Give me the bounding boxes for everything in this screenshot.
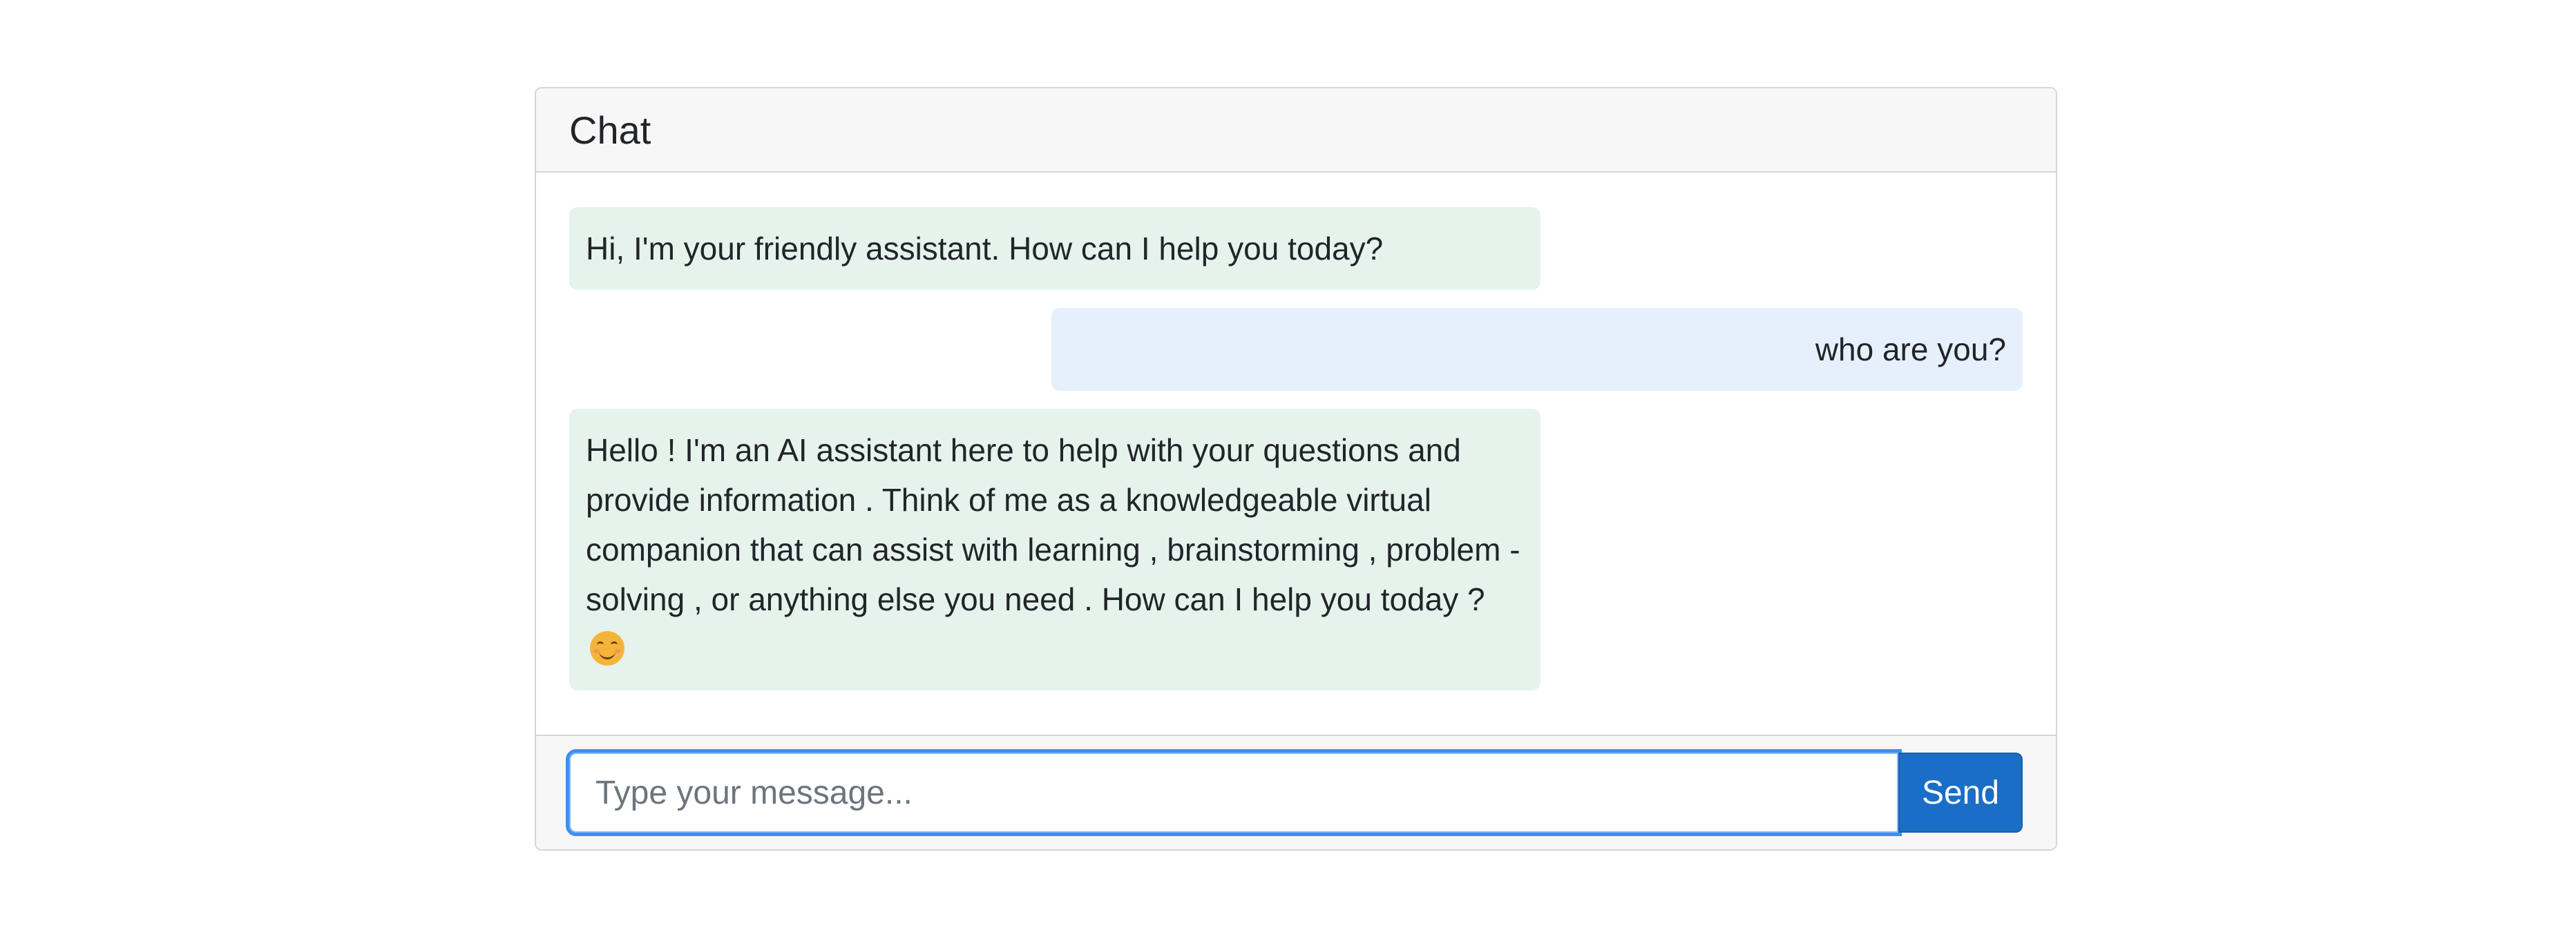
send-button[interactable]: Send	[1898, 753, 2023, 833]
chat-input-bar: Send	[536, 735, 2056, 849]
assistant-message-text: Hello ! I'm an AI assistant here to help…	[586, 432, 1520, 617]
assistant-message-text: Hi, I'm your friendly assistant. How can…	[586, 231, 1384, 267]
smiling-face-icon	[590, 631, 624, 666]
user-message-text: who are you?	[1815, 331, 2006, 367]
message-input[interactable]	[566, 749, 1902, 836]
chat-messages: Hi, I'm your friendly assistant. How can…	[536, 173, 2056, 746]
user-message: who are you?	[1051, 308, 2023, 391]
assistant-message: Hi, I'm your friendly assistant. How can…	[569, 207, 1540, 290]
chat-header: Chat	[536, 88, 2056, 173]
chat-title: Chat	[569, 108, 651, 152]
chat-card: Chat Hi, I'm your friendly assistant. Ho…	[535, 87, 2057, 851]
assistant-message: Hello ! I'm an AI assistant here to help…	[569, 409, 1540, 690]
